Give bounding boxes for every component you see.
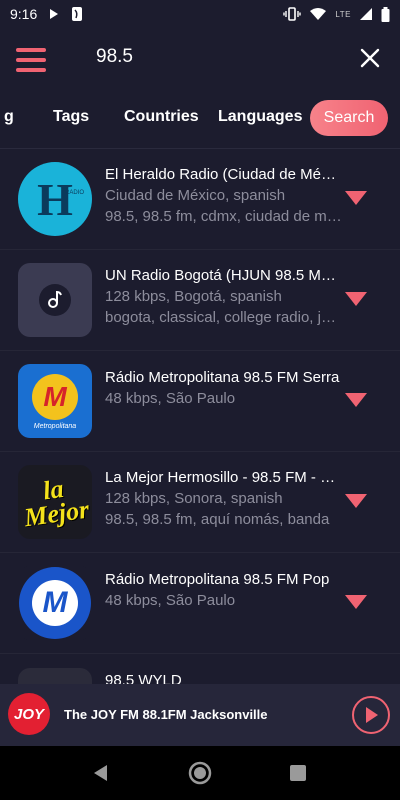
app-screen: 9:16 LTE 98.5 g Tags Countries Languages… — [0, 0, 400, 800]
player-station-title: The JOY FM 88.1FM Jacksonville — [64, 707, 268, 722]
nav-home-button[interactable] — [187, 760, 213, 786]
station-tags: 98.5, 98.5 fm, aquí nomás, banda — [105, 511, 330, 528]
wifi-icon — [310, 8, 327, 20]
status-bar: 9:16 LTE — [0, 0, 400, 28]
network-type: LTE — [335, 9, 351, 19]
expand-chevron-icon[interactable] — [345, 292, 367, 306]
station-row[interactable]: H RADIO El Heraldo Radio (Ciudad de Méxi… — [0, 149, 400, 250]
tab-languages[interactable]: Languages — [218, 108, 302, 126]
expand-chevron-icon[interactable] — [345, 494, 367, 508]
back-icon — [94, 765, 107, 781]
menu-icon-bar — [16, 58, 46, 62]
menu-icon-bar — [16, 48, 46, 52]
station-details: 48 kbps, São Paulo — [105, 592, 236, 609]
station-logo-letter: M — [43, 381, 67, 412]
play-notification-icon — [50, 9, 59, 19]
station-logo: la Mejor — [18, 465, 92, 539]
nav-back-button[interactable] — [88, 760, 114, 786]
station-logo-sub: RADIO — [64, 190, 84, 196]
station-details: Ciudad de México, spanish — [105, 187, 286, 204]
station-list[interactable]: H RADIO El Heraldo Radio (Ciudad de Méxi… — [0, 148, 400, 684]
station-logo-letter: la Mejor — [22, 473, 91, 533]
station-row[interactable]: UN Radio Bogotá (HJUN 98.5 MHz) 128 kbps… — [0, 250, 400, 351]
station-logo: M Metropolitana — [18, 364, 92, 438]
tab-tags[interactable]: Tags — [53, 108, 89, 126]
station-logo: H RADIO — [18, 162, 92, 236]
signal-icon — [360, 8, 372, 20]
station-title: 98.5 WYLD — [105, 672, 182, 684]
tab-genres[interactable]: g — [4, 108, 14, 126]
station-title: Rádio Metropolitana 98.5 FM Serra — [105, 369, 340, 386]
recents-icon — [290, 765, 306, 781]
tab-search[interactable]: Search — [310, 100, 388, 136]
station-logo-letter: M — [42, 586, 68, 619]
station-row[interactable]: 98.5 WYLD — [0, 654, 400, 684]
clear-search-button[interactable] — [360, 46, 380, 72]
station-details: 128 kbps, Bogotá, spanish — [105, 288, 282, 305]
station-tags: bogota, classical, college radio, jazz — [105, 309, 343, 326]
tab-countries[interactable]: Countries — [124, 108, 199, 126]
station-title: El Heraldo Radio (Ciudad de México) — [105, 166, 343, 183]
music-note-icon — [39, 284, 71, 316]
play-button[interactable] — [352, 696, 390, 734]
search-input[interactable]: 98.5 — [96, 46, 133, 68]
vibrate-icon — [283, 7, 302, 21]
play-icon — [366, 707, 378, 723]
system-nav-bar — [0, 746, 400, 800]
expand-chevron-icon[interactable] — [345, 393, 367, 407]
station-row[interactable]: M Metropolitana Rádio Metropolitana 98.5… — [0, 351, 400, 452]
station-row[interactable]: la Mejor La Mejor Hermosillo - 98.5 FM -… — [0, 452, 400, 553]
station-details: 128 kbps, Sonora, spanish — [105, 490, 283, 507]
close-icon — [360, 48, 380, 68]
player-station-logo: JOY — [8, 693, 50, 735]
station-row[interactable]: M Rádio Metropolitana 98.5 FM Pop 48 kbp… — [0, 553, 400, 654]
menu-button[interactable] — [16, 48, 46, 72]
category-tabs: g Tags Countries Languages Search — [0, 100, 400, 136]
station-title: UN Radio Bogotá (HJUN 98.5 MHz) — [105, 267, 343, 284]
expand-chevron-icon[interactable] — [345, 191, 367, 205]
expand-chevron-icon[interactable] — [345, 595, 367, 609]
station-logo — [18, 263, 92, 337]
station-title: La Mejor Hermosillo - 98.5 FM - XHMOE — [105, 469, 343, 486]
app-bar: 98.5 — [0, 36, 400, 84]
menu-icon-bar — [16, 68, 46, 72]
home-icon — [188, 761, 212, 785]
notification-card-icon — [72, 7, 83, 21]
mini-player[interactable]: JOY The JOY FM 88.1FM Jacksonville — [0, 684, 400, 746]
station-logo-sub: Metropolitana — [33, 423, 77, 430]
station-tags: 98.5, 98.5 fm, cdmx, ciudad de méxico — [105, 208, 343, 225]
status-time: 9:16 — [10, 6, 38, 22]
battery-icon — [381, 6, 390, 22]
station-logo: M — [18, 566, 92, 640]
station-logo-letter: H — [37, 173, 73, 225]
station-logo — [18, 668, 92, 684]
nav-recents-button[interactable] — [285, 760, 311, 786]
station-title: Rádio Metropolitana 98.5 FM Pop — [105, 571, 330, 588]
station-details: 48 kbps, São Paulo — [105, 390, 236, 407]
